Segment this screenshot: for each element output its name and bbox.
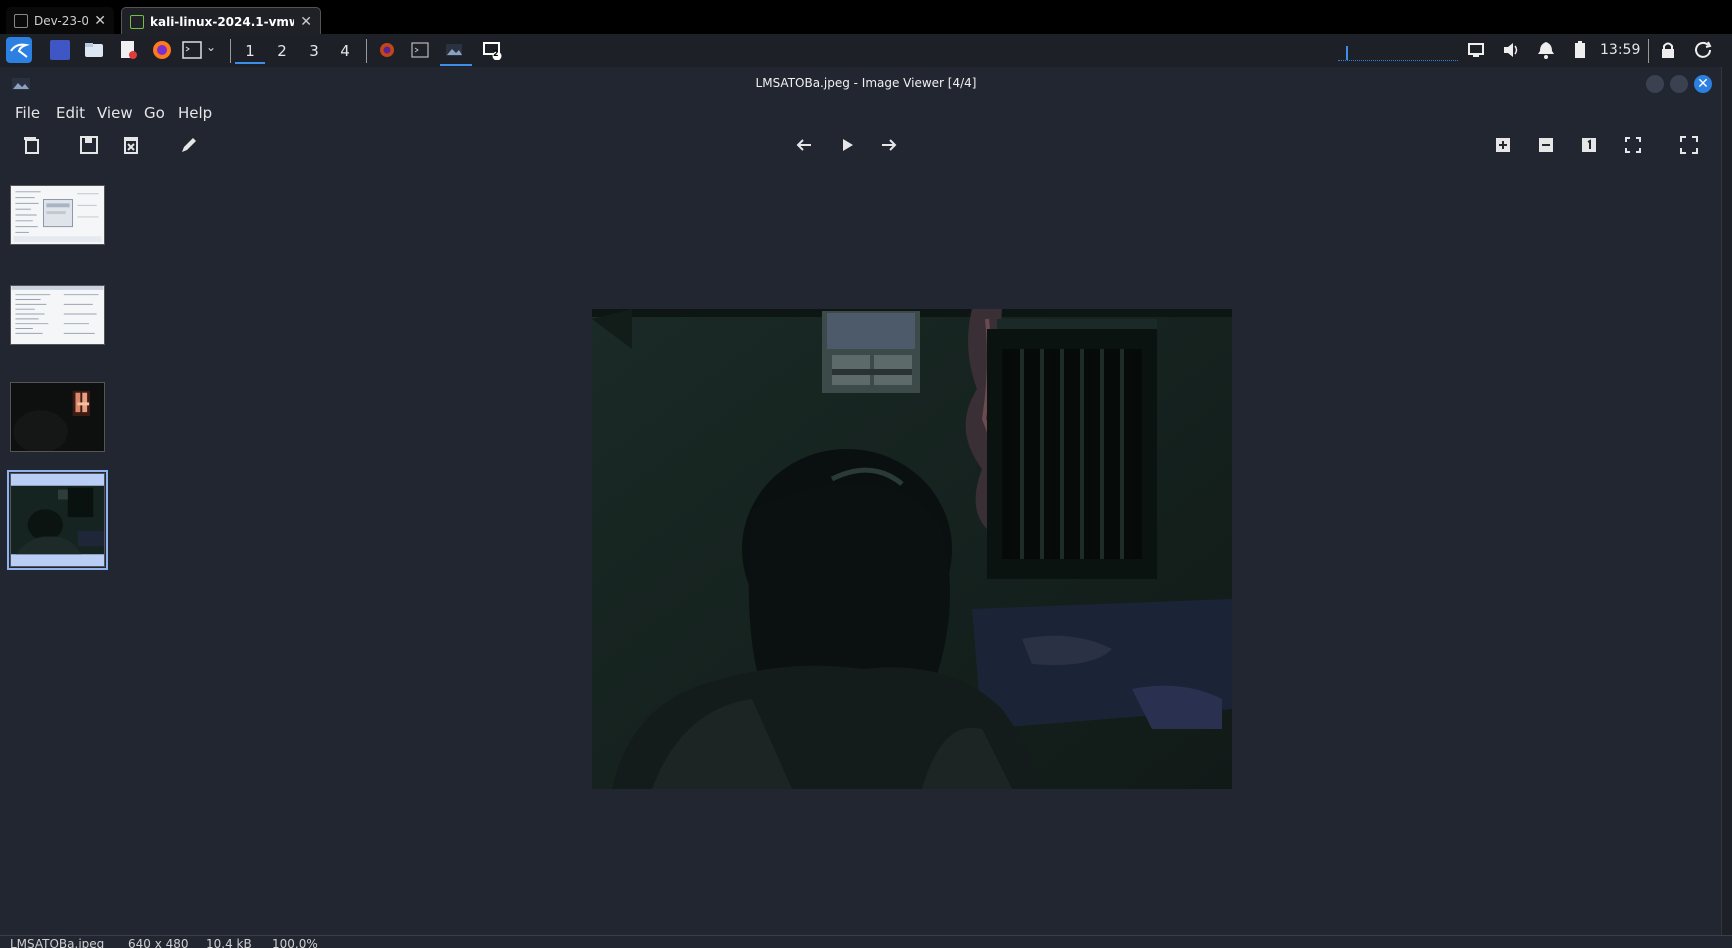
thumbnail-strip bbox=[0, 175, 112, 935]
thumbnail-2[interactable] bbox=[10, 285, 105, 345]
network-graph bbox=[1338, 42, 1458, 61]
zoom-100-icon[interactable] bbox=[1579, 135, 1599, 155]
panel-separator bbox=[366, 39, 367, 63]
play-icon[interactable] bbox=[837, 135, 857, 155]
network-icon[interactable] bbox=[1466, 40, 1486, 60]
thumbnail-4[interactable] bbox=[7, 470, 108, 570]
vm-icon bbox=[130, 14, 144, 29]
monitor-icon[interactable]: 2 bbox=[482, 40, 502, 61]
zoom-out-icon[interactable] bbox=[1536, 135, 1556, 155]
maximize-button[interactable] bbox=[1670, 75, 1688, 93]
status-filename: LMSATOBa.jpeg bbox=[10, 937, 105, 948]
menu-edit[interactable]: Edit bbox=[56, 104, 85, 122]
workspace-1[interactable]: 1 bbox=[235, 40, 265, 64]
right-edge-strip bbox=[1721, 67, 1732, 935]
clock[interactable]: 13:59 bbox=[1600, 42, 1640, 58]
host-tab-label: kali-linux-2024.1-vmware... bbox=[150, 14, 294, 29]
battery-icon bbox=[1570, 40, 1590, 60]
workspace-4[interactable]: 4 bbox=[330, 40, 360, 62]
workspace-3[interactable]: 3 bbox=[299, 40, 329, 62]
text-editor-icon[interactable] bbox=[118, 40, 138, 60]
menu-bar: File Edit View Go Help bbox=[0, 99, 1732, 127]
delete-icon[interactable] bbox=[121, 135, 141, 155]
kali-menu-icon[interactable] bbox=[6, 37, 32, 63]
file-manager-icon[interactable] bbox=[84, 40, 104, 60]
status-size: 10.4 kB bbox=[206, 937, 252, 948]
save-icon[interactable] bbox=[79, 135, 99, 155]
power-icon[interactable] bbox=[1694, 40, 1714, 60]
workspace-2[interactable]: 2 bbox=[267, 40, 297, 62]
top-panel: ⌄ 1 2 3 4 2 13:59 bbox=[0, 34, 1732, 68]
vm-icon bbox=[14, 14, 28, 28]
panel-separator bbox=[1648, 39, 1649, 63]
lock-icon[interactable] bbox=[1658, 40, 1678, 60]
terminal-icon[interactable] bbox=[182, 40, 202, 60]
image-viewer-task-icon[interactable] bbox=[444, 40, 464, 60]
status-zoom: 100.0% bbox=[272, 937, 318, 948]
menu-go[interactable]: Go bbox=[144, 104, 165, 122]
menu-help[interactable]: Help bbox=[178, 104, 212, 122]
bell-icon[interactable] bbox=[1536, 40, 1556, 60]
thumbnail-3[interactable] bbox=[10, 382, 105, 453]
minimize-button[interactable] bbox=[1646, 75, 1664, 93]
fullscreen-icon[interactable] bbox=[1679, 135, 1699, 155]
window-title: LMSATOBa.jpeg - Image Viewer [4/4] bbox=[755, 76, 977, 90]
open-icon[interactable] bbox=[22, 135, 42, 155]
close-button[interactable]: ✕ bbox=[1694, 75, 1712, 93]
status-bar: LMSATOBa.jpeg 640 x 480 10.4 kB 100.0% bbox=[0, 935, 1732, 948]
host-tab-label: Dev-23-04 bbox=[34, 14, 89, 28]
host-tab-dev[interactable]: Dev-23-04 ✕ bbox=[6, 7, 114, 35]
menu-view[interactable]: View bbox=[97, 104, 133, 122]
chevron-down-icon[interactable]: ⌄ bbox=[206, 40, 226, 60]
panel-separator bbox=[230, 39, 231, 63]
back-arrow-icon[interactable] bbox=[794, 135, 814, 155]
edit-icon[interactable] bbox=[179, 135, 199, 155]
thumbnail-1[interactable] bbox=[10, 185, 105, 245]
host-tab-bar: Dev-23-04 ✕ kali-linux-2024.1-vmware... … bbox=[0, 0, 1732, 35]
active-task-indicator bbox=[440, 64, 472, 66]
firefox-icon[interactable] bbox=[152, 40, 172, 60]
firefox-task-icon[interactable] bbox=[377, 40, 397, 60]
status-dimensions: 640 x 480 bbox=[128, 937, 189, 948]
volume-icon[interactable] bbox=[1502, 40, 1522, 60]
window-titlebar[interactable]: LMSATOBa.jpeg - Image Viewer [4/4] ✕ bbox=[0, 67, 1732, 99]
toolbar bbox=[0, 127, 1732, 163]
close-icon[interactable]: ✕ bbox=[300, 14, 312, 30]
close-icon[interactable]: ✕ bbox=[94, 13, 106, 29]
zoom-fit-icon[interactable] bbox=[1623, 135, 1643, 155]
terminal-task-icon[interactable] bbox=[410, 40, 430, 60]
desktop-icon[interactable] bbox=[50, 40, 70, 60]
displayed-image[interactable] bbox=[592, 309, 1232, 789]
host-tab-kali[interactable]: kali-linux-2024.1-vmware... ✕ bbox=[121, 7, 321, 35]
zoom-in-icon[interactable] bbox=[1493, 135, 1513, 155]
menu-file[interactable]: File bbox=[15, 104, 40, 122]
notification-badge: 2 bbox=[493, 49, 499, 58]
forward-arrow-icon[interactable] bbox=[879, 135, 899, 155]
